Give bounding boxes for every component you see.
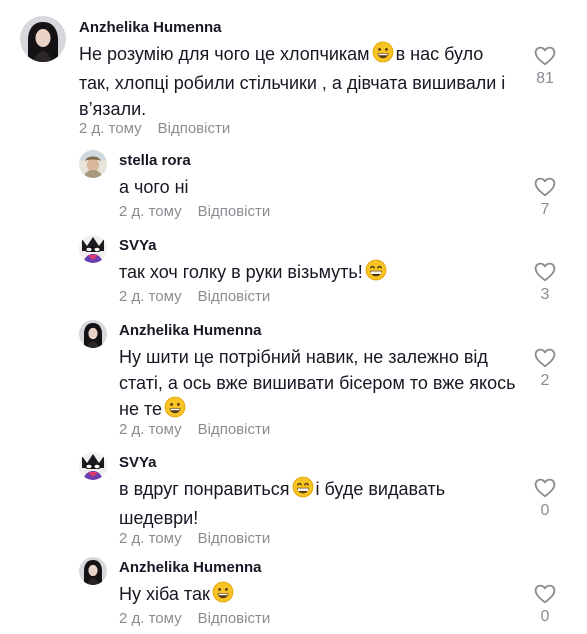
reply-comment: stella rora а чого ні 2 д. тому Відповіст… — [0, 140, 587, 226]
comment-username[interactable]: SVYa — [119, 237, 519, 255]
comment-text: Не розумію для чого це хлопчикам в нас бу… — [79, 41, 519, 122]
grinning-face-emoji-icon — [212, 581, 234, 610]
like-count: 7 — [540, 201, 550, 218]
heart-icon — [530, 348, 560, 368]
heart-icon — [530, 46, 560, 66]
like-button[interactable]: 0 — [530, 584, 560, 627]
comment-date: 2 д. тому — [119, 421, 182, 438]
like-button[interactable]: 3 — [530, 262, 560, 305]
comment-username[interactable]: Anzhelika Humenna — [119, 322, 519, 340]
beaming-face-emoji-icon — [365, 259, 387, 288]
reply-button[interactable]: Відповісти — [198, 288, 271, 306]
avatar[interactable] — [79, 452, 107, 480]
comment-meta: 2 д. тому Відповісти — [119, 610, 270, 628]
heart-icon — [530, 177, 560, 197]
comment-meta: 2 д. тому Відповісти — [119, 203, 270, 221]
reply-button[interactable]: Відповісти — [198, 530, 271, 548]
reply-button[interactable]: Відповісти — [198, 203, 271, 221]
beaming-face-emoji-icon — [292, 476, 314, 505]
heart-icon — [530, 262, 560, 282]
comment-text: так хоч голку в руки візьмуть! — [119, 259, 519, 288]
avatar[interactable] — [79, 320, 107, 348]
like-button[interactable]: 2 — [530, 348, 560, 391]
like-count: 3 — [540, 286, 550, 303]
comment-date: 2 д. тому — [119, 203, 182, 220]
comment-text: а чого ні — [119, 177, 189, 197]
comment-username[interactable]: stella rora — [119, 152, 519, 170]
heart-icon — [530, 478, 560, 498]
comment-meta: 2 д. тому Відповісти — [79, 120, 230, 138]
comment-date: 2 д. тому — [119, 610, 182, 627]
comment-username[interactable]: Anzhelika Humenna — [79, 19, 519, 37]
avatar[interactable] — [79, 235, 107, 263]
reply-comment: Anzhelika Humenna Ну хіба так 2 д. тому В… — [0, 548, 587, 634]
reply-comment: Anzhelika Humenna Ну шити це потрібний н… — [0, 312, 587, 446]
comment-username[interactable]: SVYa — [119, 454, 519, 472]
comment: Anzhelika Humenna Не розумію для чого це… — [0, 0, 587, 140]
like-button[interactable]: 81 — [530, 46, 560, 89]
comment-date: 2 д. тому — [119, 288, 182, 305]
like-button[interactable]: 7 — [530, 177, 560, 220]
avatar[interactable] — [20, 16, 66, 62]
comment-text: Ну хіба так — [119, 581, 519, 610]
like-count: 0 — [540, 608, 550, 625]
comment-text: в вдруг понравиться і буде видавать шедев… — [119, 476, 519, 531]
comment-text: Ну шити це потрібний навик, не залежно в… — [119, 344, 519, 425]
comment-date: 2 д. тому — [79, 120, 142, 137]
comment-meta: 2 д. тому Відповісти — [119, 530, 270, 548]
grinning-face-emoji-icon — [372, 41, 394, 70]
comment-date: 2 д. тому — [119, 530, 182, 547]
like-count: 2 — [540, 372, 550, 389]
avatar[interactable] — [79, 150, 107, 178]
like-count: 0 — [540, 502, 550, 519]
reply-button[interactable]: Відповісти — [198, 421, 271, 439]
reply-comment: SVYa в вдруг понравиться і буде видавать … — [0, 446, 587, 548]
comment-meta: 2 д. тому Відповісти — [119, 288, 270, 306]
avatar[interactable] — [79, 557, 107, 585]
comment-meta: 2 д. тому Відповісти — [119, 421, 270, 439]
heart-icon — [530, 584, 560, 604]
reply-button[interactable]: Відповісти — [198, 610, 271, 628]
reply-comment: SVYa так хоч голку в руки візьмуть! 2 д.… — [0, 226, 587, 312]
comment-thread: Anzhelika Humenna Не розумію для чого це… — [0, 0, 587, 634]
comment-username[interactable]: Anzhelika Humenna — [119, 559, 519, 577]
like-button[interactable]: 0 — [530, 478, 560, 521]
reply-button[interactable]: Відповісти — [158, 120, 231, 138]
like-count: 81 — [536, 70, 554, 87]
